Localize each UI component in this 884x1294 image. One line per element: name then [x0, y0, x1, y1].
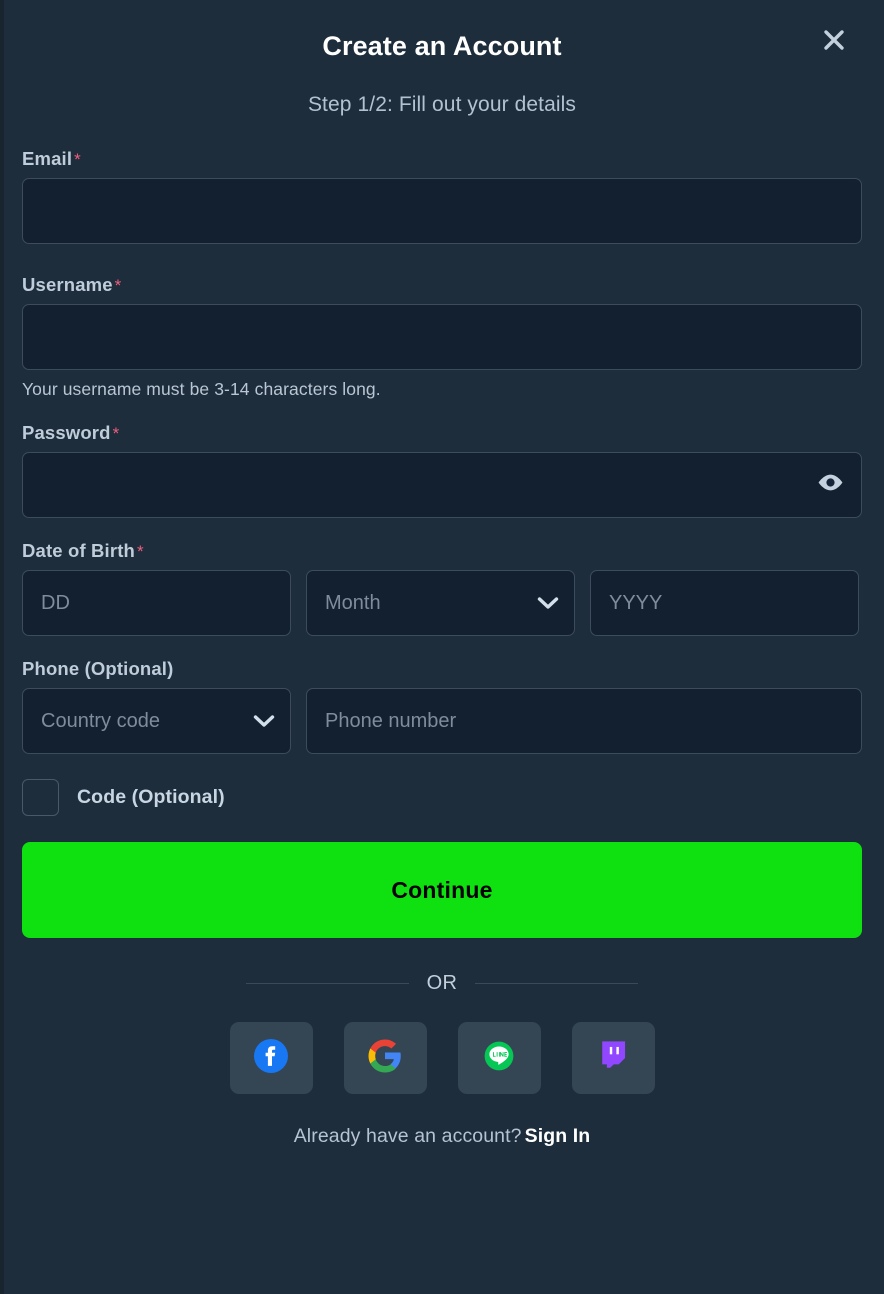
email-label: Email *: [22, 148, 81, 169]
social-login-google[interactable]: [343, 1022, 427, 1094]
social-login-line[interactable]: [457, 1022, 541, 1094]
divider-line-left: [245, 983, 409, 984]
close-icon: [821, 27, 847, 53]
username-label: Username *: [22, 274, 122, 295]
required-asterisk: *: [114, 276, 122, 295]
password-visibility-toggle[interactable]: [812, 470, 848, 500]
code-checkbox-row: Code (Optional): [22, 779, 862, 816]
username-helper-text: Your username must be 3-14 characters lo…: [22, 379, 381, 399]
dob-month-selected-value: Month: [325, 591, 381, 614]
modal-left-edge: [0, 0, 4, 1294]
country-code-select[interactable]: Country code: [22, 688, 291, 754]
code-checkbox-label[interactable]: Code (Optional): [77, 786, 225, 809]
email-input[interactable]: [22, 178, 862, 244]
dob-year-input[interactable]: [590, 570, 859, 636]
eye-icon: [817, 473, 844, 497]
divider-line-right: [475, 983, 639, 984]
google-icon: [367, 1038, 403, 1079]
create-account-modal: Create an Account Step 1/2: Fill out you…: [0, 0, 884, 1294]
password-label: Password *: [22, 422, 120, 443]
social-login-facebook[interactable]: [229, 1022, 313, 1094]
phone-group: Phone (Optional) Country code: [22, 658, 862, 754]
username-input[interactable]: [22, 304, 862, 370]
username-field-group: Username * Your username must be 3-14 cha…: [22, 274, 862, 400]
page-title: Create an Account: [322, 31, 562, 61]
dob-month-select[interactable]: Month: [306, 570, 575, 636]
required-asterisk: *: [112, 424, 120, 443]
social-login-row: [22, 1022, 862, 1094]
code-checkbox[interactable]: [22, 779, 59, 816]
date-of-birth-group: Date of Birth* Month: [22, 540, 862, 636]
email-field-group: Email *: [22, 148, 862, 244]
phone-label: Phone (Optional): [22, 658, 174, 679]
password-input[interactable]: [22, 452, 862, 518]
or-divider: OR: [22, 972, 862, 995]
phone-number-input[interactable]: [306, 688, 862, 754]
required-asterisk: *: [74, 150, 81, 169]
password-field-group: Password *: [22, 422, 862, 518]
modal-header: Create an Account: [22, 0, 862, 96]
required-asterisk: *: [136, 542, 144, 561]
divider-label: OR: [426, 972, 458, 994]
continue-button[interactable]: Continue: [22, 842, 862, 938]
date-of-birth-label: Date of Birth *: [22, 540, 144, 561]
close-button[interactable]: [816, 22, 852, 58]
signin-prompt: Already have an account?: [293, 1125, 522, 1147]
social-login-twitch[interactable]: [571, 1022, 655, 1094]
step-subtitle: Step 1/2: Fill out your details: [307, 93, 577, 116]
phone-row: Country code: [22, 688, 862, 754]
facebook-icon: [252, 1037, 290, 1080]
line-icon: [481, 1038, 517, 1079]
signin-footer: Already have an account? Sign In: [22, 1125, 862, 1148]
sign-in-link[interactable]: Sign In: [525, 1125, 591, 1147]
date-of-birth-row: Month: [22, 570, 862, 636]
twitch-icon: [596, 1038, 630, 1079]
dob-day-input[interactable]: [22, 570, 291, 636]
country-code-selected-value: Country code: [41, 709, 160, 732]
